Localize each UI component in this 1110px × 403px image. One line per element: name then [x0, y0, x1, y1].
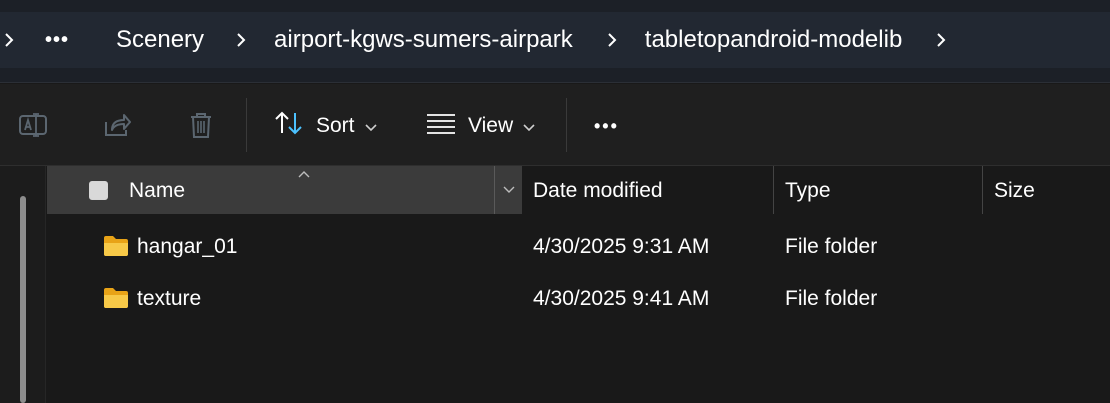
- see-more-button[interactable]: •••: [594, 106, 619, 146]
- breadcrumb-bar: ••• Scenery airport-kgws-sumers-airpark …: [0, 0, 1110, 83]
- breadcrumb-item-scenery[interactable]: Scenery: [108, 25, 212, 55]
- file-name: hangar_01: [137, 235, 238, 258]
- file-date-modified: 4/30/2025 9:41 AM: [533, 287, 710, 310]
- sort-label: Sort: [316, 114, 355, 137]
- file-name: texture: [137, 287, 202, 310]
- trash-icon[interactable]: [184, 108, 218, 142]
- share-icon[interactable]: [100, 108, 134, 142]
- column-header-size[interactable]: Size: [994, 179, 1035, 203]
- sort-icon: [274, 109, 304, 143]
- chevron-right-icon[interactable]: [232, 29, 250, 51]
- breadcrumb[interactable]: ••• Scenery airport-kgws-sumers-airpark …: [0, 12, 1110, 68]
- command-bar: Sort View •••: [0, 84, 1110, 166]
- file-date-modified: 4/30/2025 9:31 AM: [533, 235, 710, 258]
- toolbar-divider: [246, 98, 247, 152]
- column-divider[interactable]: [773, 166, 774, 214]
- table-row[interactable]: texture 4/30/2025 9:41 AM File folder: [47, 276, 1110, 322]
- navigation-scrollbar[interactable]: [20, 196, 26, 403]
- chevron-right-icon[interactable]: [603, 29, 621, 51]
- column-header-date-modified[interactable]: Date modified: [533, 179, 663, 203]
- column-header-name-label: Name: [129, 179, 186, 202]
- folder-icon: [103, 287, 129, 314]
- file-type: File folder: [785, 235, 878, 258]
- sort-ascending-icon: [297, 166, 311, 184]
- sort-button[interactable]: Sort: [274, 106, 377, 146]
- chevron-right-icon[interactable]: [0, 29, 18, 51]
- column-header-name[interactable]: Name: [47, 166, 522, 214]
- rename-icon[interactable]: [16, 108, 50, 142]
- chevron-down-icon: [523, 114, 535, 138]
- chevron-right-icon[interactable]: [932, 29, 950, 51]
- breadcrumb-item-modelib[interactable]: tabletopandroid-modelib: [637, 25, 911, 55]
- view-button[interactable]: View: [426, 106, 535, 146]
- column-filter-dropdown[interactable]: [494, 166, 522, 214]
- chevron-down-icon: [503, 186, 514, 193]
- column-divider[interactable]: [982, 166, 983, 214]
- column-header-type[interactable]: Type: [785, 179, 831, 203]
- select-all-checkbox[interactable]: [89, 181, 108, 200]
- file-list: Name Date modified Type Size hangar_01 4…: [47, 166, 1110, 403]
- breadcrumb-item-airport[interactable]: airport-kgws-sumers-airpark: [266, 25, 581, 55]
- breadcrumb-overflow-button[interactable]: •••: [42, 29, 72, 51]
- table-row[interactable]: hangar_01 4/30/2025 9:31 AM File folder: [47, 224, 1110, 270]
- view-list-icon: [426, 112, 456, 140]
- folder-icon: [103, 235, 129, 262]
- file-type: File folder: [785, 287, 878, 310]
- view-label: View: [468, 114, 514, 137]
- toolbar-divider: [566, 98, 567, 152]
- column-header-row: Name Date modified Type Size: [47, 166, 1110, 214]
- chevron-down-icon: [364, 114, 377, 138]
- navigation-pane: [0, 166, 46, 403]
